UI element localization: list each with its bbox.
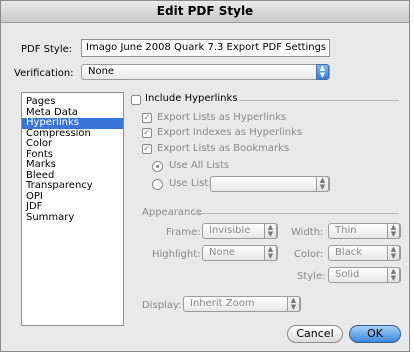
category-item[interactable]: Color bbox=[22, 138, 123, 150]
use-all-lists-label: Use All Lists bbox=[169, 160, 230, 171]
style-popup[interactable]: Solid ▲ ▼ bbox=[328, 267, 401, 283]
color-label: Color: bbox=[294, 249, 324, 260]
category-item[interactable]: Transparency bbox=[22, 180, 123, 192]
updown-arrows-icon: ▲ ▼ bbox=[287, 296, 300, 312]
highlight-popup[interactable]: None ▲ ▼ bbox=[202, 245, 278, 261]
verification-value: None bbox=[88, 66, 115, 77]
display-popup[interactable]: Inherit Zoom ▲ ▼ bbox=[183, 296, 301, 312]
export-lists-checkbox[interactable]: ✓ bbox=[142, 113, 152, 123]
export-indexes-label: Export Indexes as Hyperlinks bbox=[157, 127, 303, 138]
style-label: Style: bbox=[297, 271, 326, 282]
width-popup[interactable]: Thin ▲ ▼ bbox=[328, 223, 401, 239]
edit-pdf-style-dialog: Edit PDF Style PDF Style: Imago June 200… bbox=[0, 0, 410, 352]
updown-arrows-icon: ▲ ▼ bbox=[387, 223, 400, 239]
frame-popup[interactable]: Invisible ▲ ▼ bbox=[202, 223, 278, 239]
appearance-divider bbox=[194, 213, 399, 214]
verification-popup[interactable]: None ▲ ▼ bbox=[81, 64, 330, 80]
category-item[interactable]: JDF bbox=[22, 201, 123, 213]
display-label: Display: bbox=[142, 300, 182, 311]
ok-button[interactable]: OK bbox=[349, 325, 401, 343]
category-item[interactable]: Summary bbox=[22, 212, 123, 224]
updown-arrows-icon: ▲ ▼ bbox=[387, 267, 400, 283]
use-list-label: Use List: bbox=[169, 178, 212, 189]
export-indexes-checkbox[interactable]: ✓ bbox=[142, 128, 152, 138]
updown-arrows-icon: ▲ ▼ bbox=[264, 223, 277, 239]
use-list-radio[interactable] bbox=[152, 179, 163, 190]
verification-label: Verification: bbox=[14, 68, 74, 79]
color-popup[interactable]: Black ▲ ▼ bbox=[328, 245, 401, 261]
category-item[interactable]: Pages bbox=[22, 96, 123, 108]
width-label: Width: bbox=[291, 227, 324, 238]
include-hyperlinks-checkbox[interactable] bbox=[131, 95, 141, 105]
highlight-label: Highlight: bbox=[152, 249, 201, 260]
dialog-title: Edit PDF Style bbox=[1, 1, 409, 23]
pdf-style-label: PDF Style: bbox=[21, 44, 73, 55]
include-hyperlinks-label: Include Hyperlinks bbox=[145, 93, 238, 104]
use-list-popup[interactable]: ▲ ▼ bbox=[210, 176, 330, 192]
export-bookmarks-checkbox[interactable]: ✓ bbox=[142, 144, 152, 154]
category-list[interactable]: Pages Meta Data Hyperlinks Compression Color… bbox=[21, 92, 124, 326]
category-item[interactable]: Hyperlinks bbox=[22, 117, 123, 129]
category-item[interactable]: Marks bbox=[22, 159, 123, 171]
section-divider bbox=[239, 100, 399, 101]
frame-label: Frame: bbox=[166, 227, 201, 238]
export-lists-label: Export Lists as Hyperlinks bbox=[157, 112, 287, 123]
updown-arrows-icon: ▲ ▼ bbox=[387, 245, 400, 261]
cancel-button[interactable]: Cancel bbox=[287, 325, 343, 343]
updown-arrows-icon: ▲ ▼ bbox=[316, 64, 329, 80]
pdf-style-name-field[interactable]: Imago June 2008 Quark 7.3 Export PDF Set… bbox=[81, 39, 330, 57]
updown-arrows-icon: ▲ ▼ bbox=[264, 245, 277, 261]
updown-arrows-icon: ▲ ▼ bbox=[316, 176, 329, 192]
export-bookmarks-label: Export Lists as Bookmarks bbox=[157, 143, 290, 154]
use-all-lists-radio[interactable] bbox=[152, 161, 163, 172]
